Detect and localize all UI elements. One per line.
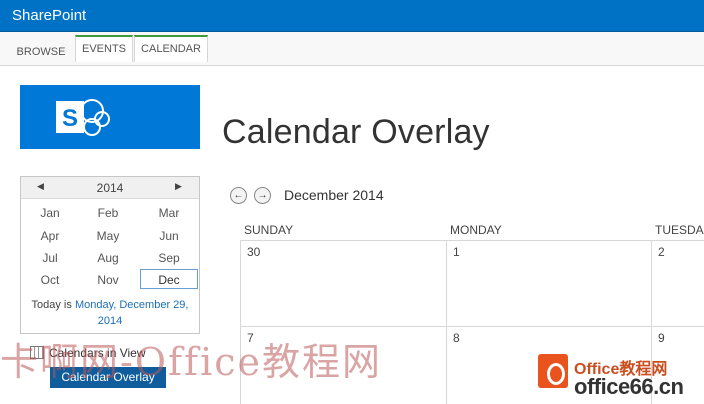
month-mar[interactable]: Mar bbox=[140, 203, 198, 223]
sharepoint-logo-icon: S bbox=[56, 99, 110, 136]
svg-text:S: S bbox=[62, 105, 78, 132]
suite-bar: SharePoint bbox=[0, 0, 704, 32]
previous-month-icon[interactable]: ← bbox=[230, 187, 247, 204]
watermark-brand-bottom: office66.cn bbox=[574, 374, 684, 399]
month-dec-selected[interactable]: Dec bbox=[140, 269, 198, 289]
date-picker: ◀ 2014 ▶ Jan Feb Mar Apr May Jun Jul Aug… bbox=[20, 176, 200, 334]
day-cell-tue-9[interactable]: 9 bbox=[658, 331, 665, 345]
page-title: Calendar Overlay bbox=[222, 113, 490, 151]
today-prefix: Today is bbox=[31, 299, 75, 311]
calendar-week-divider bbox=[240, 326, 704, 327]
date-picker-year: 2014 bbox=[96, 181, 124, 195]
calendar-month-label: December 2014 bbox=[284, 187, 384, 203]
day-header-monday: MONDAY bbox=[450, 223, 502, 237]
month-nov[interactable]: Nov bbox=[79, 270, 137, 290]
month-sep[interactable]: Sep bbox=[140, 248, 198, 268]
day-cell-mon-8[interactable]: 8 bbox=[453, 331, 460, 345]
day-header-tuesday: TUESDA bbox=[655, 223, 704, 237]
month-may[interactable]: May bbox=[79, 226, 137, 246]
calendar-column-line-2 bbox=[446, 240, 447, 404]
next-year-icon[interactable]: ▶ bbox=[175, 181, 182, 192]
today-indicator: Today is Monday, December 29, 2014 bbox=[21, 297, 199, 329]
month-aug[interactable]: Aug bbox=[79, 248, 137, 268]
day-cell-mon-1[interactable]: 1 bbox=[453, 245, 460, 259]
tab-events[interactable]: EVENTS bbox=[75, 35, 133, 62]
sharepoint-page: SharePoint BROWSE EVENTS CALENDAR S Cale… bbox=[0, 0, 704, 404]
day-header-sunday: SUNDAY bbox=[244, 223, 294, 237]
day-cell-sun-30[interactable]: 30 bbox=[247, 245, 260, 259]
watermark-text: 卡啊网-Office教程网 bbox=[0, 340, 383, 384]
site-logo[interactable]: S bbox=[20, 85, 200, 149]
day-cell-tue-2[interactable]: 2 bbox=[658, 245, 665, 259]
month-jun[interactable]: Jun bbox=[140, 226, 198, 246]
next-month-icon[interactable]: → bbox=[254, 187, 271, 204]
tab-calendar[interactable]: CALENDAR bbox=[134, 35, 208, 62]
suite-bar-brand[interactable]: SharePoint bbox=[12, 7, 86, 24]
month-jan[interactable]: Jan bbox=[21, 203, 79, 223]
month-feb[interactable]: Feb bbox=[79, 203, 137, 223]
calendar-header-divider bbox=[240, 240, 704, 241]
today-link[interactable]: Monday, December 29, 2014 bbox=[75, 299, 189, 327]
office-logo-icon bbox=[538, 354, 568, 388]
month-apr[interactable]: Apr bbox=[21, 226, 79, 246]
tab-browse[interactable]: BROWSE bbox=[12, 40, 70, 66]
month-oct[interactable]: Oct bbox=[21, 270, 79, 290]
month-jul[interactable]: Jul bbox=[21, 248, 79, 268]
date-picker-header: ◀ 2014 ▶ bbox=[21, 177, 199, 199]
